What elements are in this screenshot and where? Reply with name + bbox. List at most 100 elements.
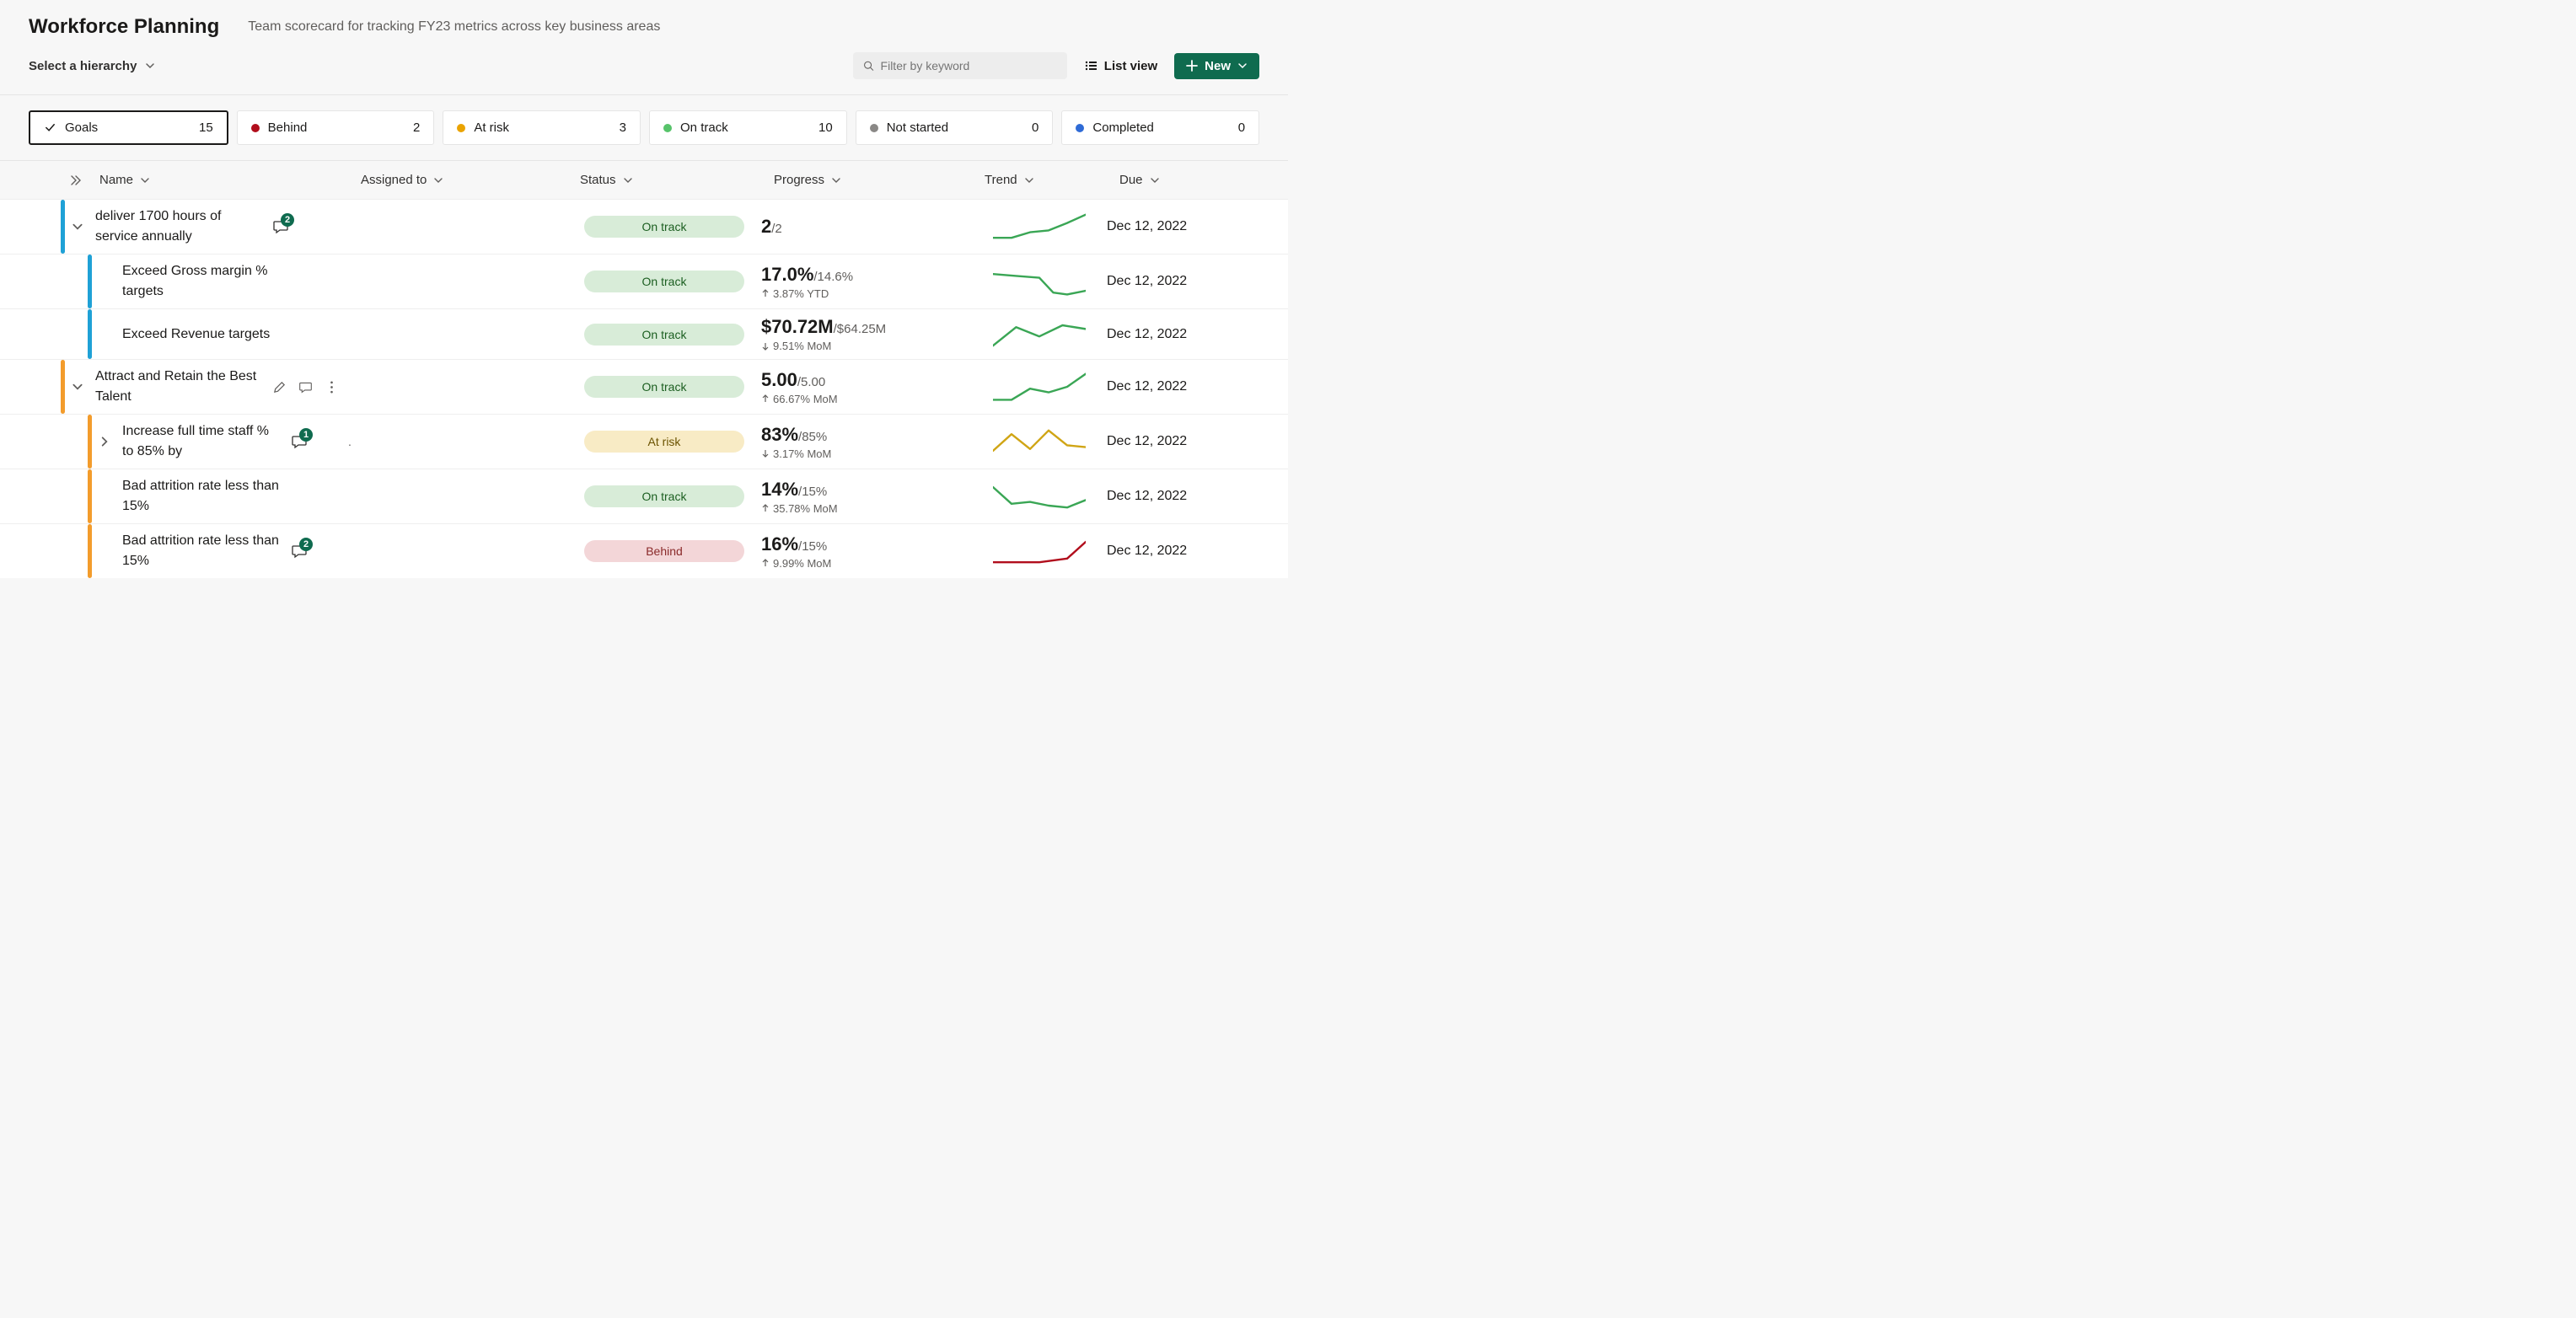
status-filters: Goals15 Behind2At risk3On track10 Not star… <box>0 95 1288 161</box>
progress-cell: 17.0%/14.6%3.87% YTD <box>761 264 972 300</box>
status-filter-label: Not started <box>887 121 948 135</box>
progress-cell: 5.00/5.0066.67% MoM <box>761 369 972 405</box>
expand-toggle[interactable] <box>92 436 117 447</box>
status-pill[interactable]: Behind <box>584 540 744 562</box>
expand-toggle[interactable] <box>65 381 90 393</box>
page-header: Workforce Planning Team scorecard for tr… <box>0 0 1288 47</box>
hierarchy-label: Select a hierarchy <box>29 59 137 73</box>
trend-sparkline <box>972 210 1107 244</box>
table-row[interactable]: Exceed Revenue targetsOn track$70.72M/$6… <box>0 308 1288 359</box>
column-header-progress[interactable]: Progress <box>774 173 985 187</box>
table-row[interactable]: Bad attrition rate less than 15%2Behind1… <box>0 523 1288 578</box>
table-row[interactable]: Bad attrition rate less than 15% On track… <box>0 469 1288 523</box>
column-header-name[interactable]: Name <box>99 173 361 187</box>
comment-count: 2 <box>299 538 313 551</box>
column-header-due[interactable]: Due <box>1119 173 1237 187</box>
due-cell: Dec 12, 2022 <box>1107 544 1225 559</box>
arrow-up-icon <box>761 559 770 567</box>
expand-all-icon[interactable] <box>69 174 83 187</box>
expand-toggle[interactable] <box>65 221 90 233</box>
status-filter-behind[interactable]: Behind2 <box>237 110 435 145</box>
comments-button[interactable]: 1 <box>291 433 308 450</box>
status-filter-count: 0 <box>1238 121 1245 135</box>
chevron-down-icon <box>433 175 443 185</box>
new-button[interactable]: New <box>1174 53 1259 79</box>
trend-sparkline <box>972 265 1107 298</box>
goal-name: deliver 1700 hours of service annually <box>95 206 264 247</box>
due-cell: Dec 12, 2022 <box>1107 274 1225 289</box>
status-pill[interactable]: On track <box>584 216 744 238</box>
status-pill[interactable]: At risk <box>584 431 744 453</box>
chevron-down-icon <box>1150 175 1160 185</box>
trend-sparkline <box>972 318 1107 351</box>
goals-table-body: deliver 1700 hours of service annually 2 O… <box>0 199 1288 578</box>
goal-name: Increase full time staff % to 85% by <box>122 421 282 462</box>
table-row[interactable]: deliver 1700 hours of service annually 2 O… <box>0 199 1288 254</box>
status-filter-count: 10 <box>818 121 833 135</box>
status-dot-icon <box>457 124 465 132</box>
comment-count: 1 <box>299 428 313 442</box>
goal-name: Bad attrition rate less than 15% <box>122 476 282 517</box>
table-row[interactable]: Attract and Retain the Best Talent On tra… <box>0 359 1288 414</box>
check-icon <box>44 121 56 134</box>
status-pill[interactable]: On track <box>584 324 744 346</box>
due-cell: Dec 12, 2022 <box>1107 327 1225 342</box>
row-stripe <box>88 469 92 523</box>
search-input[interactable] <box>881 59 1057 72</box>
status-pill[interactable]: On track <box>584 376 744 398</box>
assigned-cell: . <box>348 435 567 448</box>
trend-sparkline <box>972 480 1107 513</box>
chevron-down-icon <box>831 175 841 185</box>
more-icon[interactable] <box>325 380 339 394</box>
status-pill[interactable]: On track <box>584 271 744 292</box>
goal-name: Attract and Retain the Best Talent <box>95 367 264 407</box>
status-filter-completed[interactable]: Completed 0 <box>1061 110 1259 145</box>
status-filter-label: Completed <box>1092 121 1154 135</box>
toolbar: Select a hierarchy List view New <box>0 47 1288 95</box>
column-header-status[interactable]: Status <box>580 173 774 187</box>
status-filter-notstarted[interactable]: Not started0 <box>856 110 1054 145</box>
status-dot-icon <box>663 124 672 132</box>
progress-cell: 2/2 <box>761 216 972 238</box>
status-filter-atrisk[interactable]: At risk3 <box>443 110 641 145</box>
status-filter-goals[interactable]: Goals15 <box>29 110 228 145</box>
goal-name: Exceed Gross margin % targets <box>122 261 282 302</box>
row-stripe <box>88 309 92 359</box>
comment-count: 2 <box>281 213 294 227</box>
goal-name: Exceed Revenue targets <box>122 324 270 345</box>
table-header: Name Assigned to Status Progress Trend D… <box>0 161 1288 199</box>
status-dot-icon <box>870 124 878 132</box>
table-row[interactable]: Exceed Gross margin % targets On track 17.… <box>0 254 1288 308</box>
arrow-up-icon <box>761 394 770 403</box>
row-stripe <box>88 524 92 578</box>
search-icon <box>863 60 874 72</box>
column-header-trend[interactable]: Trend <box>985 173 1119 187</box>
trend-sparkline <box>972 425 1107 458</box>
row-stripe <box>88 254 92 308</box>
table-row[interactable]: Increase full time staff % to 85% by 1. At… <box>0 414 1288 469</box>
chevron-down-icon <box>1237 61 1248 71</box>
column-header-assigned[interactable]: Assigned to <box>361 173 580 187</box>
search-box[interactable] <box>853 52 1067 79</box>
new-label: New <box>1205 59 1231 73</box>
progress-cell: 16%/15%9.99% MoM <box>761 533 972 570</box>
comments-button[interactable]: 2 <box>291 543 308 560</box>
comment-icon[interactable] <box>298 380 313 394</box>
page-subtitle: Team scorecard for tracking FY23 metrics… <box>248 19 660 35</box>
comments-button[interactable]: 2 <box>272 218 289 235</box>
arrow-down-icon <box>761 449 770 458</box>
list-icon <box>1084 59 1097 72</box>
due-cell: Dec 12, 2022 <box>1107 379 1225 394</box>
hierarchy-select[interactable]: Select a hierarchy <box>29 59 155 73</box>
chevron-down-icon <box>623 175 633 185</box>
status-filter-label: At risk <box>474 121 509 135</box>
list-view-button[interactable]: List view <box>1084 59 1157 73</box>
edit-icon[interactable] <box>272 380 287 394</box>
status-dot-icon <box>1076 124 1084 132</box>
chevron-down-icon <box>72 221 83 233</box>
arrow-down-icon <box>761 342 770 351</box>
status-dot-icon <box>251 124 260 132</box>
status-pill[interactable]: On track <box>584 485 744 507</box>
status-filter-ontrack[interactable]: On track10 <box>649 110 847 145</box>
plus-icon <box>1186 60 1198 72</box>
